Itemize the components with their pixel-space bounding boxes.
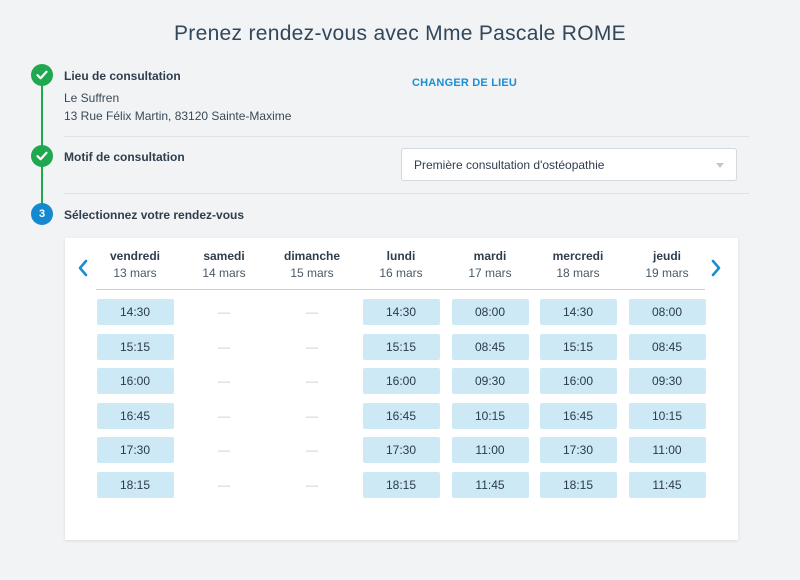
time-slot-button[interactable]: 09:30 bbox=[628, 368, 706, 394]
time-slot-button[interactable]: 18:15 bbox=[362, 472, 440, 498]
day-header: dimanche 15 mars bbox=[272, 249, 352, 280]
location-name: Le Suffren bbox=[64, 91, 120, 105]
reason-select[interactable]: Première consultation d'ostéopathie bbox=[401, 148, 737, 181]
day-date: 19 mars bbox=[645, 266, 689, 280]
day-date: 15 mars bbox=[290, 266, 334, 280]
time-slot-button[interactable]: 11:00 bbox=[628, 437, 706, 463]
progress-line bbox=[41, 80, 43, 208]
day-date: 13 mars bbox=[113, 266, 157, 280]
time-slot-button[interactable]: 18:15 bbox=[96, 472, 174, 498]
time-slot-button[interactable]: 15:15 bbox=[362, 334, 440, 360]
time-slot-button[interactable]: 16:45 bbox=[539, 403, 617, 429]
step-2-title: Motif de consultation bbox=[64, 150, 185, 164]
chevron-down-icon bbox=[716, 163, 724, 168]
step-1-check-icon bbox=[31, 64, 53, 86]
time-slot-button[interactable]: 17:30 bbox=[539, 437, 617, 463]
empty-slot: — bbox=[306, 374, 318, 388]
time-slot-button[interactable]: 10:15 bbox=[628, 403, 706, 429]
location-address: 13 Rue Félix Martin, 83120 Sainte-Maxime bbox=[64, 109, 292, 123]
day-name: dimanche bbox=[283, 249, 340, 263]
step-3-number: 3 bbox=[31, 203, 53, 225]
day-name: mardi bbox=[473, 249, 507, 263]
day-header: lundi 16 mars bbox=[361, 249, 441, 280]
reason-select-value: Première consultation d'ostéopathie bbox=[414, 157, 605, 172]
chevron-left-icon bbox=[78, 259, 88, 277]
time-slot-button[interactable]: 17:30 bbox=[362, 437, 440, 463]
time-slot-button[interactable]: 14:30 bbox=[96, 299, 174, 325]
next-week-button[interactable] bbox=[706, 258, 726, 278]
time-slot-button[interactable]: 14:30 bbox=[362, 299, 440, 325]
empty-slot: — bbox=[306, 409, 318, 423]
empty-slot: — bbox=[306, 340, 318, 354]
empty-slot: — bbox=[306, 478, 318, 492]
time-slot-button[interactable]: 10:15 bbox=[451, 403, 529, 429]
empty-slot: — bbox=[218, 443, 230, 457]
time-slot-button[interactable]: 11:45 bbox=[628, 472, 706, 498]
step-3-title: Sélectionnez votre rendez-vous bbox=[64, 208, 245, 222]
time-slot-button[interactable]: 16:00 bbox=[96, 368, 174, 394]
day-name: jeudi bbox=[652, 249, 681, 263]
day-header: vendredi 13 mars bbox=[95, 249, 175, 280]
day-header: jeudi 19 mars bbox=[627, 249, 707, 280]
time-slot-button[interactable]: 11:00 bbox=[451, 437, 529, 463]
day-name: samedi bbox=[203, 249, 245, 263]
time-slot-button[interactable]: 08:45 bbox=[628, 334, 706, 360]
time-slot-button[interactable]: 16:45 bbox=[362, 403, 440, 429]
change-location-link[interactable]: CHANGER DE LIEU bbox=[412, 77, 517, 89]
day-date: 14 mars bbox=[202, 266, 246, 280]
day-date: 18 mars bbox=[556, 266, 600, 280]
calendar-panel: 14:30 15:15 16:00 16:45 17:30 18:15 — — — — — — — — — —… bbox=[65, 238, 738, 540]
header-divider bbox=[96, 289, 705, 290]
time-slot-button[interactable]: 16:00 bbox=[539, 368, 617, 394]
time-slot-button[interactable]: 11:45 bbox=[451, 472, 529, 498]
day-date: 16 mars bbox=[379, 266, 423, 280]
page-title: Prenez rendez-vous avec Mme Pascale ROME bbox=[173, 22, 626, 45]
divider bbox=[64, 136, 749, 137]
step-1-title: Lieu de consultation bbox=[64, 69, 181, 83]
time-slot-button[interactable]: 08:00 bbox=[628, 299, 706, 325]
day-date: 17 mars bbox=[468, 266, 512, 280]
chevron-right-icon bbox=[711, 259, 721, 277]
day-name: mercredi bbox=[552, 249, 604, 263]
day-header: samedi 14 mars bbox=[184, 249, 264, 280]
time-slot-button[interactable]: 18:15 bbox=[539, 472, 617, 498]
empty-slot: — bbox=[306, 305, 318, 319]
time-slot-button[interactable]: 08:45 bbox=[451, 334, 529, 360]
empty-slot: — bbox=[218, 305, 230, 319]
previous-week-button[interactable] bbox=[73, 258, 93, 278]
time-slot-button[interactable]: 17:30 bbox=[96, 437, 174, 463]
empty-slot: — bbox=[306, 443, 318, 457]
day-name: vendredi bbox=[109, 249, 160, 263]
empty-slot: — bbox=[218, 340, 230, 354]
time-slot-button[interactable]: 08:00 bbox=[451, 299, 529, 325]
time-slot-button[interactable]: 15:15 bbox=[96, 334, 174, 360]
divider bbox=[64, 193, 749, 194]
time-slot-button[interactable]: 14:30 bbox=[539, 299, 617, 325]
time-slot-button[interactable]: 16:45 bbox=[96, 403, 174, 429]
time-slot-button[interactable]: 15:15 bbox=[539, 334, 617, 360]
day-name: lundi bbox=[386, 249, 416, 263]
empty-slot: — bbox=[218, 409, 230, 423]
step-2-check-icon bbox=[31, 145, 53, 167]
time-slot-button[interactable]: 09:30 bbox=[451, 368, 529, 394]
day-header: mercredi 18 mars bbox=[538, 249, 618, 280]
empty-slot: — bbox=[218, 478, 230, 492]
time-slot-button[interactable]: 16:00 bbox=[362, 368, 440, 394]
empty-slot: — bbox=[218, 374, 230, 388]
day-header: mardi 17 mars bbox=[450, 249, 530, 280]
